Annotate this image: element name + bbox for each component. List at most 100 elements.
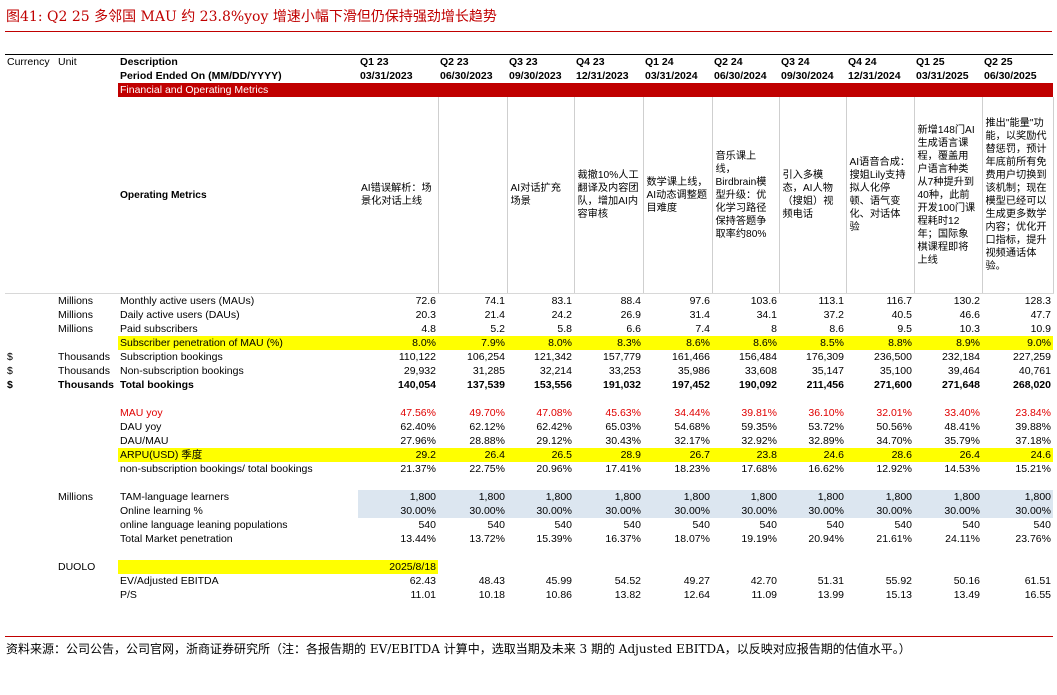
metric-value: 35,986 [677,365,710,377]
metric-value: 62.40% [400,421,436,433]
figure-title: 图41: Q2 25 多邻国 MAU 约 23.8%yoy 增速小幅下滑但仍保持… [6,9,497,25]
metric-row: $ Thousands Non-subscription bookings 29,93… [5,364,1053,378]
metric-value: 140,054 [398,379,436,391]
metric-value: 28.9 [574,448,643,462]
metric-value: 22.75% [469,463,505,475]
metric-value: 157,779 [603,351,641,363]
metric-label: DAU/MAU [120,435,169,447]
quarter-header: Q3 24 [779,54,846,69]
metric-value: 7.9% [438,336,507,350]
metric-label: MAU yoy [120,407,163,419]
unit-cell [56,574,118,588]
period-date: 03/31/2025 [916,70,969,82]
metric-value: 137,539 [467,379,505,391]
metric-value: 65.03% [605,421,641,433]
metric-row: Millions Daily active users (DAUs) 20.3 21.… [5,308,1053,322]
blank-cell [507,560,574,574]
metric-value: 190,092 [739,379,777,391]
spacer-cell [5,546,1053,560]
metric-value: 62.43 [409,575,436,587]
metric-row: MAU yoy 47.56% 49.70% 47.08% 45.63% 34.44% 39.… [5,406,1053,420]
metric-value: 30.00% [438,504,507,518]
blank-cell [56,83,118,97]
unit-cell [56,518,118,532]
unit-cell: Thousands [58,351,110,363]
metric-value: 1,800 [712,490,779,504]
metric-value: 30.43% [605,435,641,447]
metric-value: 110,122 [398,351,436,363]
metric-value: 1,800 [982,490,1053,504]
currency-cell [5,588,56,602]
metric-value: 32,214 [539,365,572,377]
metric-value: 48.41% [944,421,980,433]
metric-value: 1,800 [574,490,643,504]
currency-cell [5,294,56,309]
metric-value: 15.21% [1015,463,1051,475]
metric-value: 34.1 [756,309,777,321]
metric-value: 35,147 [811,365,844,377]
blank-cell [982,560,1053,574]
metric-value: 19.19% [741,533,777,545]
operating-metrics-row: Operating Metrics AI错误解析：场景化对话上线 AI对话扩充场景裁… [5,97,1054,294]
metric-value: 540 [894,519,912,531]
quarter-note: 数学课上线，AI动态调整题目难度 [643,97,713,294]
metric-value: 35.79% [944,435,980,447]
metric-value: 47.56% [400,407,436,419]
quarter-note: 新增148门AI生成语言课程，覆盖用户语言种类从7种提升到40种，此前开发100… [914,97,983,294]
title-divider [5,31,1052,32]
blank-cell [5,97,56,294]
metric-row: Millions Paid subscribers 4.8 5.2 5.8 6.6 7.4 8… [5,322,1053,336]
metric-value: 10.9 [1030,323,1051,335]
quarter-header: Q1 25 [914,54,982,69]
unit-cell: Millions [58,309,94,321]
metric-value: 30.00% [779,504,846,518]
blank-cell [438,560,507,574]
metric-row: DUOLO 2025/8/18 [5,560,1053,574]
metric-value: 191,032 [603,379,641,391]
metric-value: 39.81% [741,407,777,419]
metric-value: 14.53% [944,463,980,475]
metric-value: 29.12% [536,435,572,447]
quarter-header: Q3 23 [507,54,574,69]
metric-value: 48.43 [478,575,505,587]
metric-row: Online learning % 30.00% 30.00% 30.00% 30.00… [5,504,1053,518]
metric-value: 24.6 [779,448,846,462]
metric-value: 30.00% [507,504,574,518]
metric-label: Daily active users (DAUs) [120,309,240,321]
metric-value: 32.92% [741,435,777,447]
period-date: 03/31/2023 [360,70,413,82]
unit-cell [56,462,118,476]
period-date: 03/31/2024 [645,70,698,82]
metric-value: 30.00% [712,504,779,518]
metric-value: 26.4 [438,448,507,462]
metric-value: 21.61% [876,533,912,545]
metric-value: 8.6% [712,336,779,350]
unit-cell [56,448,118,462]
blank-cell [574,560,643,574]
period-label: Period Ended On (MM/DD/YYYY) [120,70,282,82]
metric-value: 26.4 [914,448,982,462]
metric-row: EV/Adjusted EBITDA 62.43 48.43 45.99 54.52 49… [5,574,1053,588]
metric-row: $ Thousands Total bookings 140,054 137,539 15… [5,378,1053,392]
metric-value: 23.76% [1015,533,1051,545]
metric-value: 121,342 [534,351,572,363]
metric-value: 33,608 [744,365,777,377]
blank-cell [846,560,914,574]
currency-cell [5,406,56,420]
metric-value: 1,800 [507,490,574,504]
metric-value: 176,309 [806,351,844,363]
metric-value: 1,800 [643,490,712,504]
metric-value: 26.9 [620,309,641,321]
metric-value: 236,500 [874,351,912,363]
quarter-header: Q2 24 [712,54,779,69]
metric-value: 15.13 [885,589,912,601]
metric-label: Total bookings [120,379,194,391]
section-label: Financial and Operating Metrics [118,83,1053,97]
metric-value: 35,100 [879,365,912,377]
metric-label: Online learning % [120,505,203,517]
period-date: 09/30/2024 [781,70,834,82]
metric-value: 42.70 [750,575,777,587]
metric-label: EV/Adjusted EBITDA [120,575,219,587]
metric-value: 40.5 [891,309,912,321]
period-date: 12/31/2023 [576,70,629,82]
